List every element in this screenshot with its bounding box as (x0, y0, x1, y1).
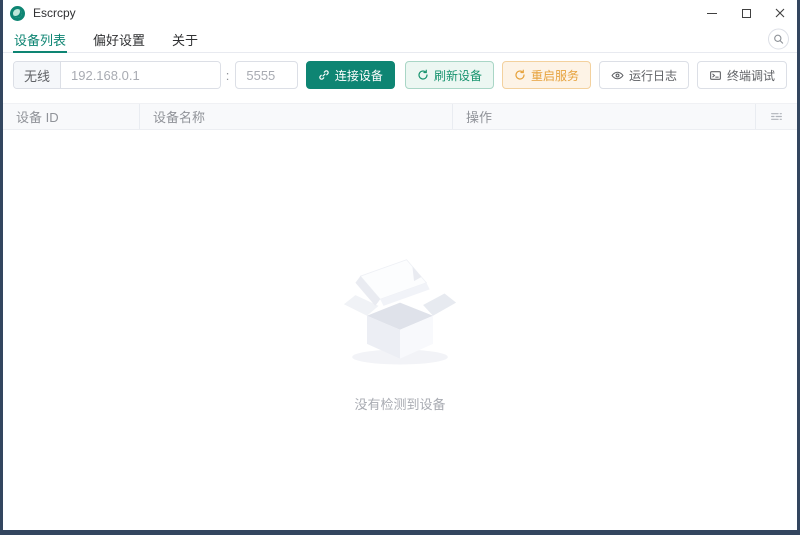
run-logs-button[interactable]: 运行日志 (599, 61, 689, 89)
tab-bar: 设备列表 偏好设置 关于 (3, 26, 797, 53)
connection-type-label: 无线 (24, 66, 50, 85)
column-settings-button[interactable] (756, 104, 797, 129)
run-logs-label: 运行日志 (629, 67, 677, 84)
tab-device-list-label: 设备列表 (14, 30, 66, 49)
app-window: Escrcpy 设备列表 偏好设置 关于 (3, 0, 797, 530)
window-controls (695, 0, 797, 26)
terminal-debug-button[interactable]: 终端调试 (697, 61, 787, 89)
minimize-icon (707, 13, 717, 14)
column-header-device-id: 设备 ID (3, 104, 140, 129)
connection-toolbar: 无线 : 连接设备 刷新设备 重启服务 (3, 53, 797, 97)
terminal-debug-label: 终端调试 (727, 67, 775, 84)
empty-box-illustration (334, 246, 466, 374)
connect-device-label: 连接设备 (335, 67, 383, 84)
connect-device-button[interactable]: 连接设备 (306, 61, 395, 89)
connection-type-select[interactable]: 无线 (14, 62, 61, 88)
close-button[interactable] (763, 0, 797, 26)
port-input[interactable] (235, 61, 298, 89)
tab-device-list[interactable]: 设备列表 (13, 26, 67, 52)
refresh-devices-button[interactable]: 刷新设备 (405, 61, 494, 89)
address-input-group: 无线 (13, 61, 221, 89)
column-header-device-id-label: 设备 ID (16, 107, 59, 126)
app-logo-icon (10, 6, 25, 21)
restart-icon (514, 69, 526, 81)
minimize-button[interactable] (695, 0, 729, 26)
column-header-actions-label: 操作 (466, 107, 492, 126)
tab-preferences[interactable]: 偏好设置 (92, 26, 146, 52)
empty-state-message: 没有检测到设备 (354, 394, 445, 413)
maximize-button[interactable] (729, 0, 763, 26)
column-header-device-name: 设备名称 (140, 104, 453, 129)
tab-about-label: 关于 (172, 30, 198, 49)
terminal-icon (709, 69, 722, 82)
refresh-devices-label: 刷新设备 (434, 67, 482, 84)
refresh-icon (417, 69, 429, 81)
link-icon (318, 69, 330, 81)
device-table-body: 没有检测到设备 (3, 130, 797, 530)
search-icon (773, 34, 784, 45)
search-button[interactable] (768, 29, 789, 50)
address-port-separator: : (226, 68, 230, 83)
maximize-icon (742, 9, 751, 18)
restart-service-button[interactable]: 重启服务 (502, 61, 591, 89)
eye-icon (611, 69, 624, 82)
titlebar: Escrcpy (3, 0, 797, 26)
column-header-actions: 操作 (453, 104, 756, 129)
tab-about[interactable]: 关于 (171, 26, 199, 52)
column-settings-icon (770, 110, 783, 123)
restart-service-label: 重启服务 (531, 67, 579, 84)
ip-address-input[interactable] (61, 62, 220, 88)
device-table-header: 设备 ID 设备名称 操作 (3, 103, 797, 130)
close-icon (775, 8, 785, 18)
column-header-device-name-label: 设备名称 (153, 107, 205, 126)
tab-preferences-label: 偏好设置 (93, 30, 145, 49)
window-title: Escrcpy (33, 6, 76, 20)
